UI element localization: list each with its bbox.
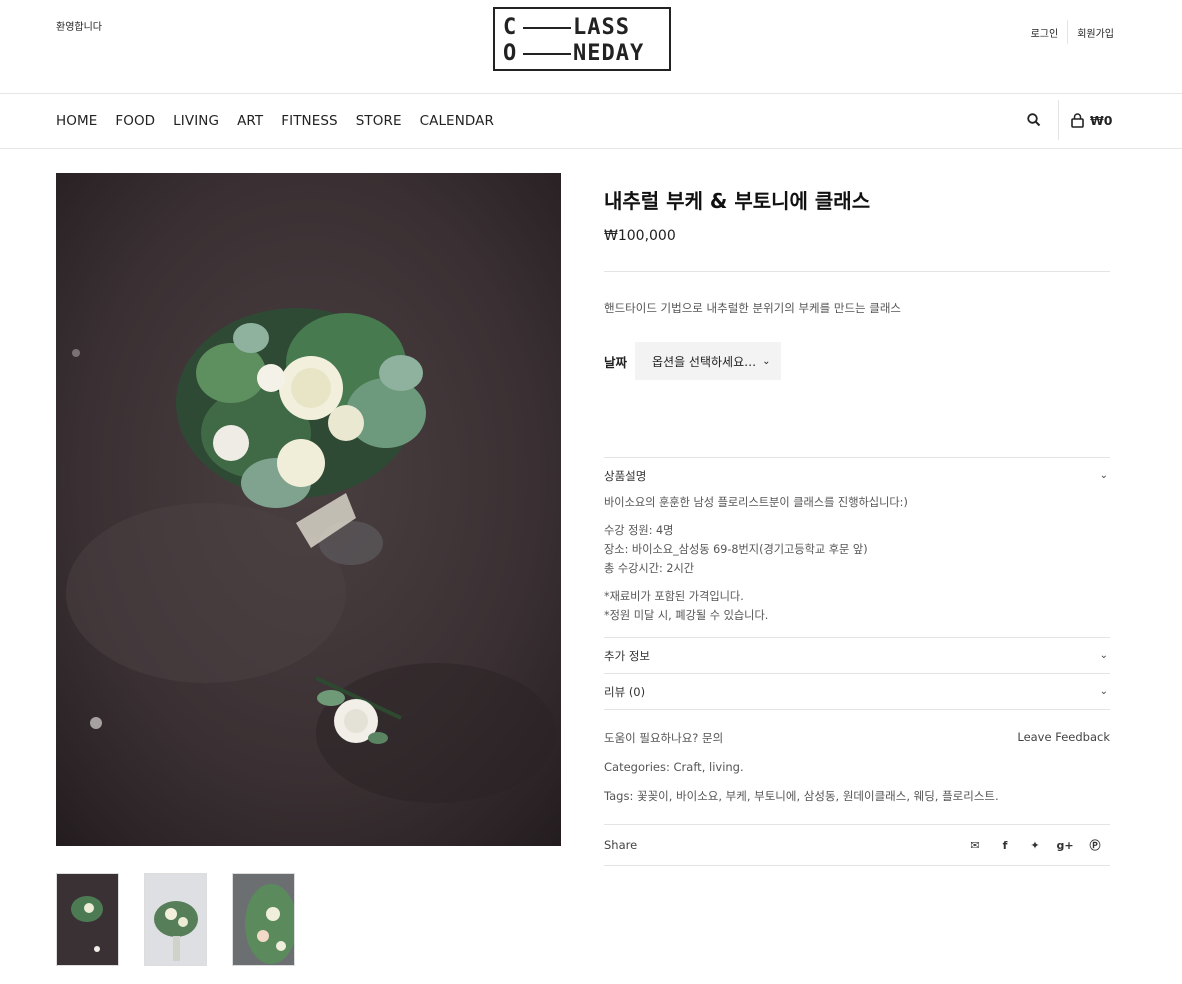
divider (1058, 100, 1059, 140)
thumbnail-3[interactable] (232, 873, 295, 966)
help-row: 도움이 필요하나요? 문의 Leave Feedback (604, 730, 1110, 746)
description-capacity: 수강 정원: 4명 (604, 524, 674, 537)
nav-art[interactable]: ART (237, 113, 263, 129)
thumbnail-image (145, 874, 206, 965)
bag-icon (1071, 113, 1084, 128)
nav-home[interactable]: HOME (56, 113, 97, 129)
chevron-down-icon: ⌄ (1099, 470, 1108, 481)
product-title: 내추럴 부케 & 부토니에 클래스 (604, 189, 871, 213)
logo-word-neday: NEDAY (573, 41, 645, 66)
nav-living[interactable]: LIVING (173, 113, 219, 129)
thumbnail-2[interactable] (144, 873, 207, 966)
nav-fitness[interactable]: FITNESS (281, 113, 337, 129)
email-icon[interactable]: ✉ (960, 839, 990, 852)
login-link[interactable]: 로그인 (1031, 25, 1059, 40)
facebook-icon[interactable]: f (990, 839, 1020, 852)
thumbnail-1[interactable] (56, 873, 119, 966)
categories-links[interactable]: Craft, living. (674, 760, 744, 774)
main-navbar: HOME FOOD LIVING ART FITNESS STORE CALEN… (0, 94, 1182, 149)
tags-row: Tags: 꽃꽂이, 바이소요, 부케, 부토니에, 삼성동, 원데이클래스, … (604, 788, 1110, 804)
logo-letter-c: C (503, 15, 519, 40)
description-panel: 바이소요의 훈훈한 남성 플로리스트분이 클래스를 진행하십니다:) 수강 정원… (604, 493, 1110, 637)
nav-store[interactable]: STORE (356, 113, 402, 129)
share-label: Share (604, 838, 638, 852)
description-note: *재료비가 포함된 가격입니다. (604, 590, 744, 603)
description-duration: 총 수강시간: 2시간 (604, 562, 695, 575)
leave-feedback-link[interactable]: Leave Feedback (1017, 730, 1110, 746)
categories-row: Categories: Craft, living. (604, 760, 1110, 774)
google-plus-icon[interactable]: g+ (1050, 839, 1080, 852)
tags-links[interactable]: 꽃꽂이, 바이소요, 부케, 부토니에, 삼성동, 원데이클래스, 웨딩, 플로… (637, 789, 999, 803)
logo-rule (523, 53, 571, 55)
main-nav: HOME FOOD LIVING ART FITNESS STORE CALEN… (56, 113, 512, 129)
share-row: Share ✉ f ✦ g+ Ⓟ (604, 824, 1110, 866)
top-header: 환영합니다 C LASS O NEDAY 로그인 회원가입 (0, 0, 1182, 94)
tab-reviews[interactable]: 리뷰 (0) ⌄ (604, 673, 1110, 709)
chevron-down-icon: ⌄ (1099, 686, 1108, 697)
tab-description-title: 상품설명 (604, 468, 647, 483)
nav-food[interactable]: FOOD (115, 113, 155, 129)
product-summary: 내추럴 부케 & 부토니에 클래스 ₩100,000 핸드타이드 기법으로 내추… (604, 173, 1110, 866)
select-placeholder: 옵션을 선택하세요… (652, 354, 757, 369)
description-intro: 바이소요의 훈훈한 남성 플로리스트분이 클래스를 진행하십니다:) (604, 496, 908, 509)
nav-calendar[interactable]: CALENDAR (420, 113, 494, 129)
variation-label: 날짜 (604, 354, 628, 370)
product-price: ₩100,000 (604, 228, 676, 244)
tab-reviews-title: 리뷰 (0) (604, 684, 646, 699)
chevron-down-icon: ⌄ (1099, 650, 1108, 661)
account-links: 로그인 회원가입 (1031, 20, 1114, 44)
logo-word-lass: LASS (573, 15, 630, 40)
variation-row: 날짜 옵션을 선택하세요… ⌄ (604, 342, 1110, 380)
bouquet-photo (56, 173, 561, 846)
help-link[interactable]: 도움이 필요하나요? 문의 (604, 730, 723, 746)
tab-description[interactable]: 상품설명 ⌄ (604, 457, 1110, 493)
site-logo[interactable]: C LASS O NEDAY (493, 7, 671, 71)
product-meta: 도움이 필요하나요? 문의 Leave Feedback Categories:… (604, 730, 1110, 804)
cart-total: ₩0 (1090, 113, 1113, 128)
categories-label: Categories: (604, 760, 670, 774)
cart-button[interactable]: ₩0 (1071, 113, 1113, 128)
welcome-text: 환영합니다 (56, 22, 102, 33)
description-place: 장소: 바이소요_삼성동 69-8번지(경기고등학교 후문 앞) (604, 543, 868, 556)
date-select[interactable]: 옵션을 선택하세요… ⌄ (635, 342, 781, 380)
product-thumbnails (56, 873, 320, 966)
chevron-down-icon: ⌄ (762, 355, 771, 367)
pinterest-icon[interactable]: Ⓟ (1080, 837, 1110, 853)
thumbnail-image (233, 874, 294, 965)
thumbnail-image (57, 874, 118, 965)
short-description: 핸드타이드 기법으로 내추럴한 분위기의 부케를 만드는 클래스 (604, 301, 902, 315)
divider (604, 271, 1110, 272)
divider (1067, 20, 1069, 44)
register-link[interactable]: 회원가입 (1077, 25, 1114, 40)
twitter-icon[interactable]: ✦ (1020, 839, 1050, 852)
logo-letter-o: O (503, 41, 519, 66)
logo-rule (523, 27, 571, 29)
tab-additional-title: 추가 정보 (604, 648, 650, 663)
description-note: *정원 미달 시, 폐강될 수 있습니다. (604, 609, 769, 622)
search-icon[interactable] (1026, 112, 1042, 128)
product-main-image[interactable] (56, 173, 561, 846)
divider (604, 709, 1110, 710)
tags-label: Tags: (604, 789, 634, 803)
tab-additional-info[interactable]: 추가 정보 ⌄ (604, 637, 1110, 673)
share-icons: ✉ f ✦ g+ Ⓟ (960, 837, 1110, 853)
